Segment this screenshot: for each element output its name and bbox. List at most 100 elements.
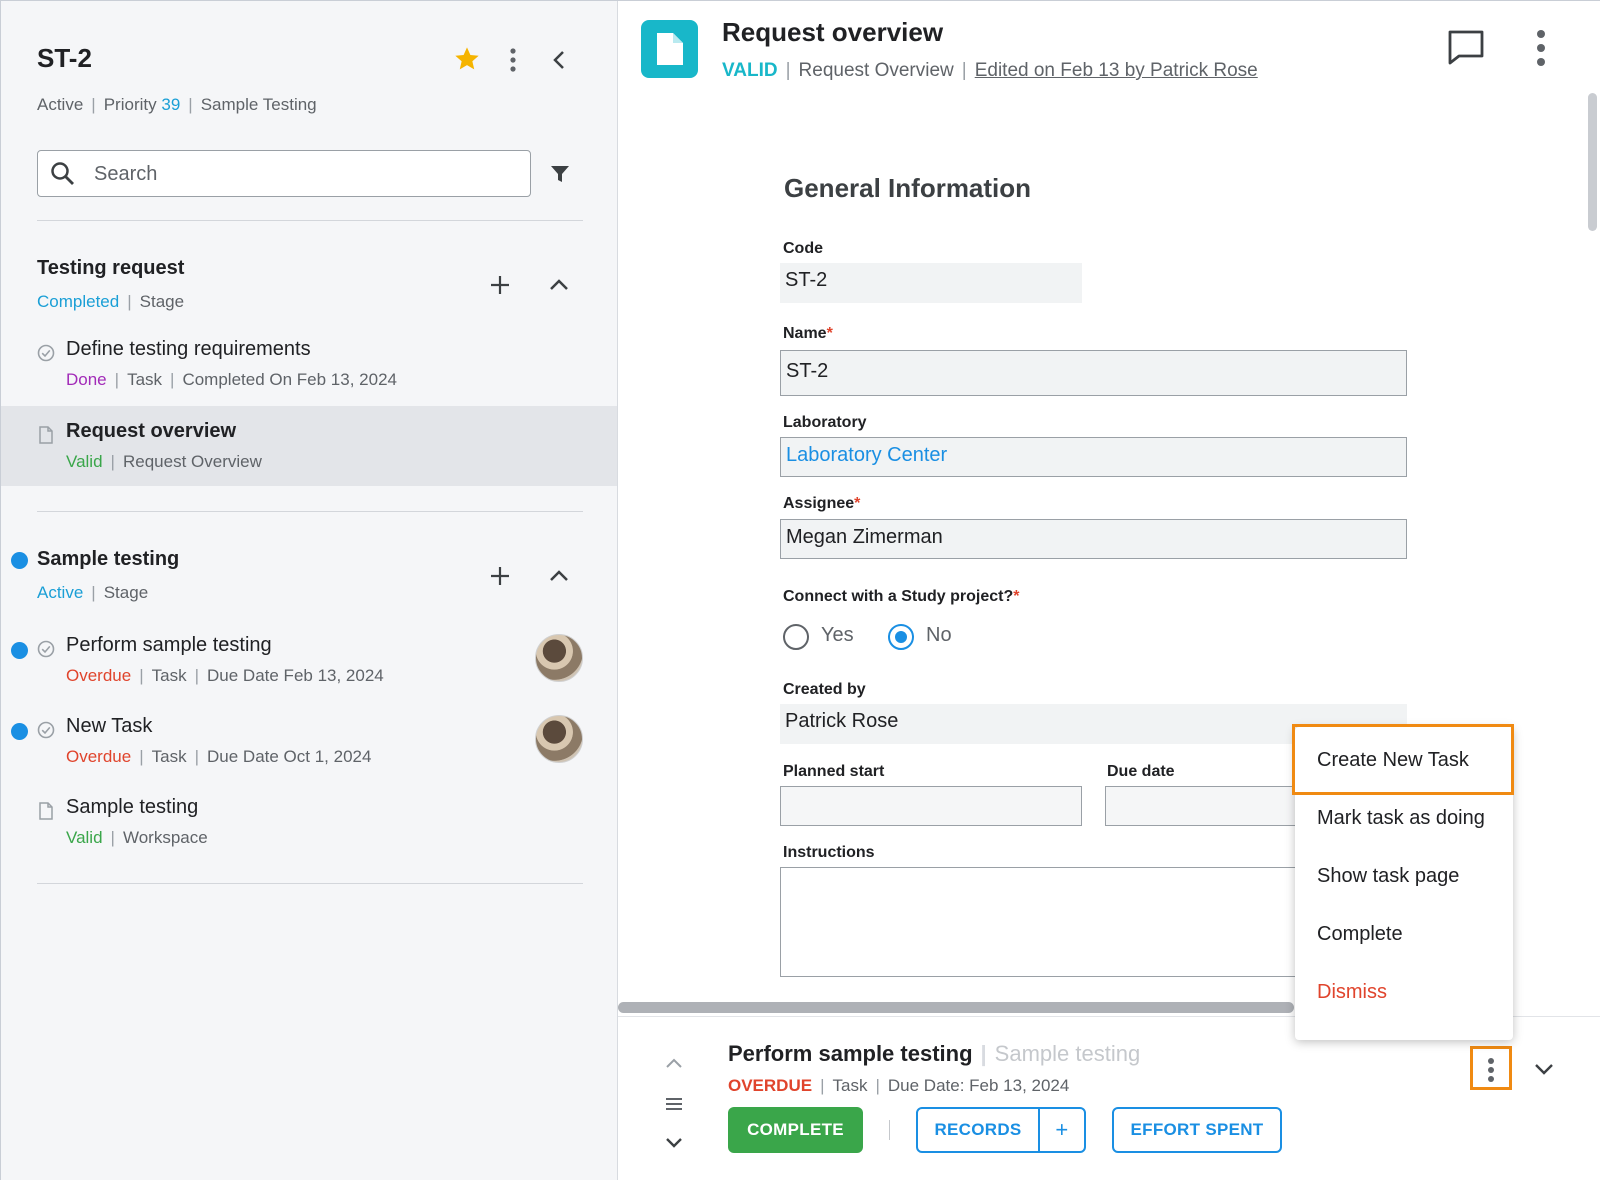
check-circle-icon [37,721,55,739]
name-label: Name* [783,325,833,342]
status-badge: VALID [722,60,778,81]
list-item[interactable]: Sample testing Valid | Workspace [1,782,617,862]
kebab-icon [1488,1058,1494,1082]
active-indicator-dot [11,552,28,569]
add-record-button[interactable]: + [1038,1107,1086,1153]
radio-no[interactable] [888,624,914,650]
assignee-field[interactable]: Megan Zimerman [780,519,1407,559]
document-icon [39,426,53,444]
item-meta: Done | Task | Completed On Feb 13, 2024 [66,370,397,389]
due-date-label: Due date [1107,763,1175,780]
item-title: Perform sample testing [66,634,272,656]
request-status: Active [37,95,84,114]
workspace-name: Sample Testing [200,95,317,114]
menu-item-mark-task-doing[interactable]: Mark task as doing [1317,807,1485,830]
active-indicator-dot [11,642,28,659]
stage-meta: Active | Stage [37,583,149,602]
chat-icon[interactable] [1447,29,1485,65]
plus-icon[interactable] [489,274,511,296]
item-title: Request overview [66,420,237,442]
plus-icon[interactable] [489,565,511,587]
document-icon [657,33,683,65]
chevron-up-icon[interactable] [548,565,570,587]
laboratory-field[interactable]: Laboratory Center [780,437,1407,477]
complete-button[interactable]: COMPLETE [728,1107,863,1153]
edited-link[interactable]: Edited on Feb 13 by Patrick Rose [975,60,1258,81]
stage-title[interactable]: Testing request [37,257,184,280]
search-input[interactable] [94,157,514,191]
item-meta: Overdue | Task | Due Date Oct 1, 2024 [66,747,372,766]
vertical-scrollbar[interactable] [1588,93,1597,231]
assignee-label: Assignee* [783,495,861,512]
effort-spent-button[interactable]: EFFORT SPENT [1112,1107,1282,1153]
connect-study-label: Connect with a Study project?* [783,588,1020,605]
stage-title[interactable]: Sample testing [37,548,179,571]
document-icon [39,802,53,820]
horizontal-scrollbar[interactable] [618,1002,1294,1013]
request-meta: Active | Priority 39 | Sample Testing [37,95,317,114]
section-title: General Information [784,173,1032,203]
created-by-label: Created by [783,681,866,698]
chevron-left-icon[interactable] [549,49,571,71]
status-badge: OVERDUE [728,1076,813,1095]
divider [37,883,583,884]
kebab-icon[interactable] [1533,29,1549,67]
divider [37,511,583,512]
code-field: ST-2 [780,263,1082,303]
item-title: Sample testing [66,796,199,818]
item-meta: Valid | Request Overview [66,452,262,471]
task-action-bar: Perform sample testing | Sample testing OV… [618,1016,1600,1180]
menu-item-complete[interactable]: Complete [1317,923,1403,946]
list-item[interactable]: Define testing requirements Done | Task | Co… [1,324,617,404]
avatar[interactable] [535,634,583,682]
code-label: Code [783,240,823,257]
menu-item-show-task-page[interactable]: Show task page [1317,865,1459,888]
active-indicator-dot [11,723,28,740]
task-context-menu: Create New Task Mark task as doing Show … [1292,724,1514,1040]
page-meta: VALID | Request Overview | Edited on Feb 13 … [722,60,1258,81]
kebab-icon[interactable] [501,47,525,73]
item-title: New Task [66,715,153,737]
search-icon [51,162,74,185]
priority-value: 39 [161,95,181,114]
task-title: Perform sample testing | Sample testing [728,1041,1141,1066]
check-circle-icon [37,344,55,362]
filter-icon[interactable] [549,163,571,185]
menu-item-dismiss[interactable]: Dismiss [1317,981,1387,1004]
chevron-up-icon[interactable] [548,274,570,296]
divider [889,1120,890,1140]
check-circle-icon [37,640,55,658]
divider [37,220,583,221]
list-item[interactable]: Perform sample testing Overdue | Task | Due … [1,620,617,700]
stage-meta: Completed | Stage [37,292,185,311]
radio-yes[interactable] [783,624,809,650]
avatar[interactable] [535,715,583,763]
chevron-down-icon[interactable] [663,1131,685,1153]
menu-lines-icon[interactable] [663,1093,685,1115]
request-code-title: ST-2 [37,43,92,73]
menu-item-create-new-task[interactable]: Create New Task [1317,749,1469,772]
task-meta: OVERDUE | Task | Due Date: Feb 13, 2024 [728,1076,1070,1095]
list-item[interactable]: New Task Overdue | Task | Due Date Oct 1, 20… [1,701,617,781]
document-badge [641,20,698,78]
laboratory-label: Laboratory [783,414,867,431]
planned-start-label: Planned start [783,763,885,780]
chevron-up-icon[interactable] [663,1053,685,1075]
task-kebab-button[interactable] [1470,1046,1512,1090]
item-meta: Valid | Workspace [66,828,208,847]
records-button[interactable]: RECORDS [916,1107,1040,1153]
radio-yes-label: Yes [821,624,854,646]
search-box[interactable] [37,150,531,197]
item-meta: Overdue | Task | Due Date Feb 13, 2024 [66,666,384,685]
item-title: Define testing requirements [66,338,311,360]
chevron-down-icon[interactable] [1532,1058,1556,1080]
instructions-label: Instructions [783,844,875,861]
page-title: Request overview [722,17,944,47]
left-panel: ST-2 Active|Priority 39|Sample Testing T… [1,1,618,1180]
app-window: ST-2 Active|Priority 39|Sample Testing T… [0,0,1600,1180]
radio-no-label: No [926,624,952,646]
list-item-selected[interactable]: Request overview Valid | Request Overview [1,406,617,486]
name-field[interactable]: ST-2 [780,350,1407,396]
star-icon[interactable] [453,45,481,73]
planned-start-field[interactable] [780,786,1082,826]
